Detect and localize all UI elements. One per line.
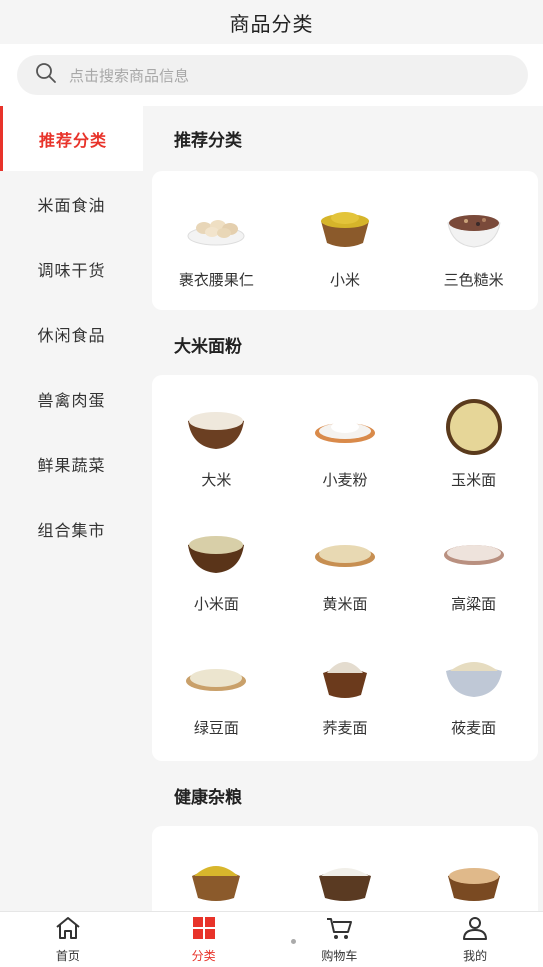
sidebar-item-combo-market[interactable]: 组合集市 [0,496,143,561]
product-wheat-flour[interactable]: 小麦粉 [281,375,410,499]
product-cornmeal[interactable]: 玉米面 [409,375,538,499]
section-card: 裹衣腰果仁 小米 三色糙米 [152,171,538,310]
product-millet[interactable]: 小米 [281,171,410,310]
page-title: 商品分类 [229,11,314,36]
category-content: 推荐分类 裹衣腰果仁 小米 三色糙米 大米面粉 大米 小麦粉 玉米面 小米面 黄… [143,106,543,911]
product-oat-flour[interactable]: 莜麦面 [409,623,538,747]
search-bar[interactable]: 点击搜索商品信息 [17,55,528,95]
product-label: 裹衣腰果仁 [178,271,254,289]
sidebar-item-seasoning-dry-goods[interactable]: 调味干货 [0,236,143,301]
product-label: 小米 [329,271,360,289]
product-buckwheat-flour[interactable]: 荞麦面 [281,623,410,747]
product-label: 大米 [201,471,232,489]
sidebar-item-recommended[interactable]: 推荐分类 [0,106,143,171]
section-title: 推荐分类 [174,131,242,151]
product-label: 黄米面 [322,595,368,613]
product-label: 玉米面 [451,471,497,489]
product-tricolor-rice[interactable]: 三色糙米 [409,171,538,310]
product-image [442,199,506,255]
product-image [184,523,248,579]
product-sorghum-flour[interactable]: 高粱面 [409,499,538,623]
sidebar-item-label: 鲜果蔬菜 [37,455,106,475]
home-icon [55,916,81,944]
bottom-tab-bar: 首页 分类 购物车 我的 [0,911,543,967]
product-millet-flour[interactable]: 小米面 [152,499,281,623]
tab-label: 购物车 [321,948,358,963]
tab-label: 分类 [191,948,216,963]
sidebar-item-fruits-vegetables[interactable]: 鲜果蔬菜 [0,431,143,496]
product-cashew[interactable]: 裹衣腰果仁 [152,171,281,310]
product-image [442,647,506,703]
product-label: 三色糙米 [443,271,504,289]
sidebar-item-label: 休闲食品 [37,325,106,345]
product-rice[interactable]: 大米 [152,375,281,499]
product-label: 高粱面 [451,595,497,613]
sidebar-item-meat-eggs[interactable]: 兽禽肉蛋 [0,366,143,431]
product-label: 小麦粉 [322,471,368,489]
product-mung-bean-flour[interactable]: 绿豆面 [152,623,281,747]
product-label: 荞麦面 [322,719,368,737]
tab-profile[interactable]: 我的 [407,912,543,967]
section-card [152,826,538,911]
product-image [313,523,377,579]
product-yellow-millet-flour[interactable]: 黄米面 [281,499,410,623]
sidebar-item-snacks[interactable]: 休闲食品 [0,301,143,366]
product-image [313,850,377,906]
category-icon [192,916,216,944]
sidebar-item-label: 兽禽肉蛋 [37,390,106,410]
product-image [442,850,506,906]
section-card: 大米 小麦粉 玉米面 小米面 黄米面 高粱面 绿豆面 荞麦面 莜麦面 [152,375,538,761]
product-label: 莜麦面 [451,719,497,737]
section-title: 大米面粉 [174,337,242,357]
search-area: 点击搜索商品信息 [0,44,543,106]
product-image [184,399,248,455]
tab-label: 我的 [463,948,488,963]
product-label: 绿豆面 [193,719,239,737]
sidebar-item-label: 调味干货 [37,260,106,280]
search-placeholder: 点击搜索商品信息 [69,66,190,85]
product-label: 小米面 [193,595,239,613]
app-header: 商品分类 [0,0,543,44]
product-grain-1[interactable] [152,826,281,911]
indicator-dot [291,939,296,944]
tab-label: 首页 [55,948,80,963]
product-image [184,199,248,255]
sidebar-item-label: 组合集市 [37,520,106,540]
section-title: 健康杂粮 [174,788,242,808]
product-image [442,523,506,579]
product-image [442,399,506,455]
product-image [313,399,377,455]
category-sidebar: 推荐分类 米面食油 调味干货 休闲食品 兽禽肉蛋 鲜果蔬菜 组合集市 [0,106,143,911]
user-icon [462,916,488,944]
sidebar-item-label: 米面食油 [37,195,106,215]
sidebar-item-rice-flour-oil[interactable]: 米面食油 [0,171,143,236]
tab-home[interactable]: 首页 [0,912,136,967]
tab-category[interactable]: 分类 [136,912,272,967]
search-icon [35,62,57,88]
product-image [184,647,248,703]
cart-icon [325,916,353,944]
product-image [313,647,377,703]
product-grain-3[interactable] [409,826,538,911]
product-image [184,850,248,906]
product-image [313,199,377,255]
product-grain-2[interactable] [281,826,410,911]
sidebar-item-label: 推荐分类 [38,130,107,150]
